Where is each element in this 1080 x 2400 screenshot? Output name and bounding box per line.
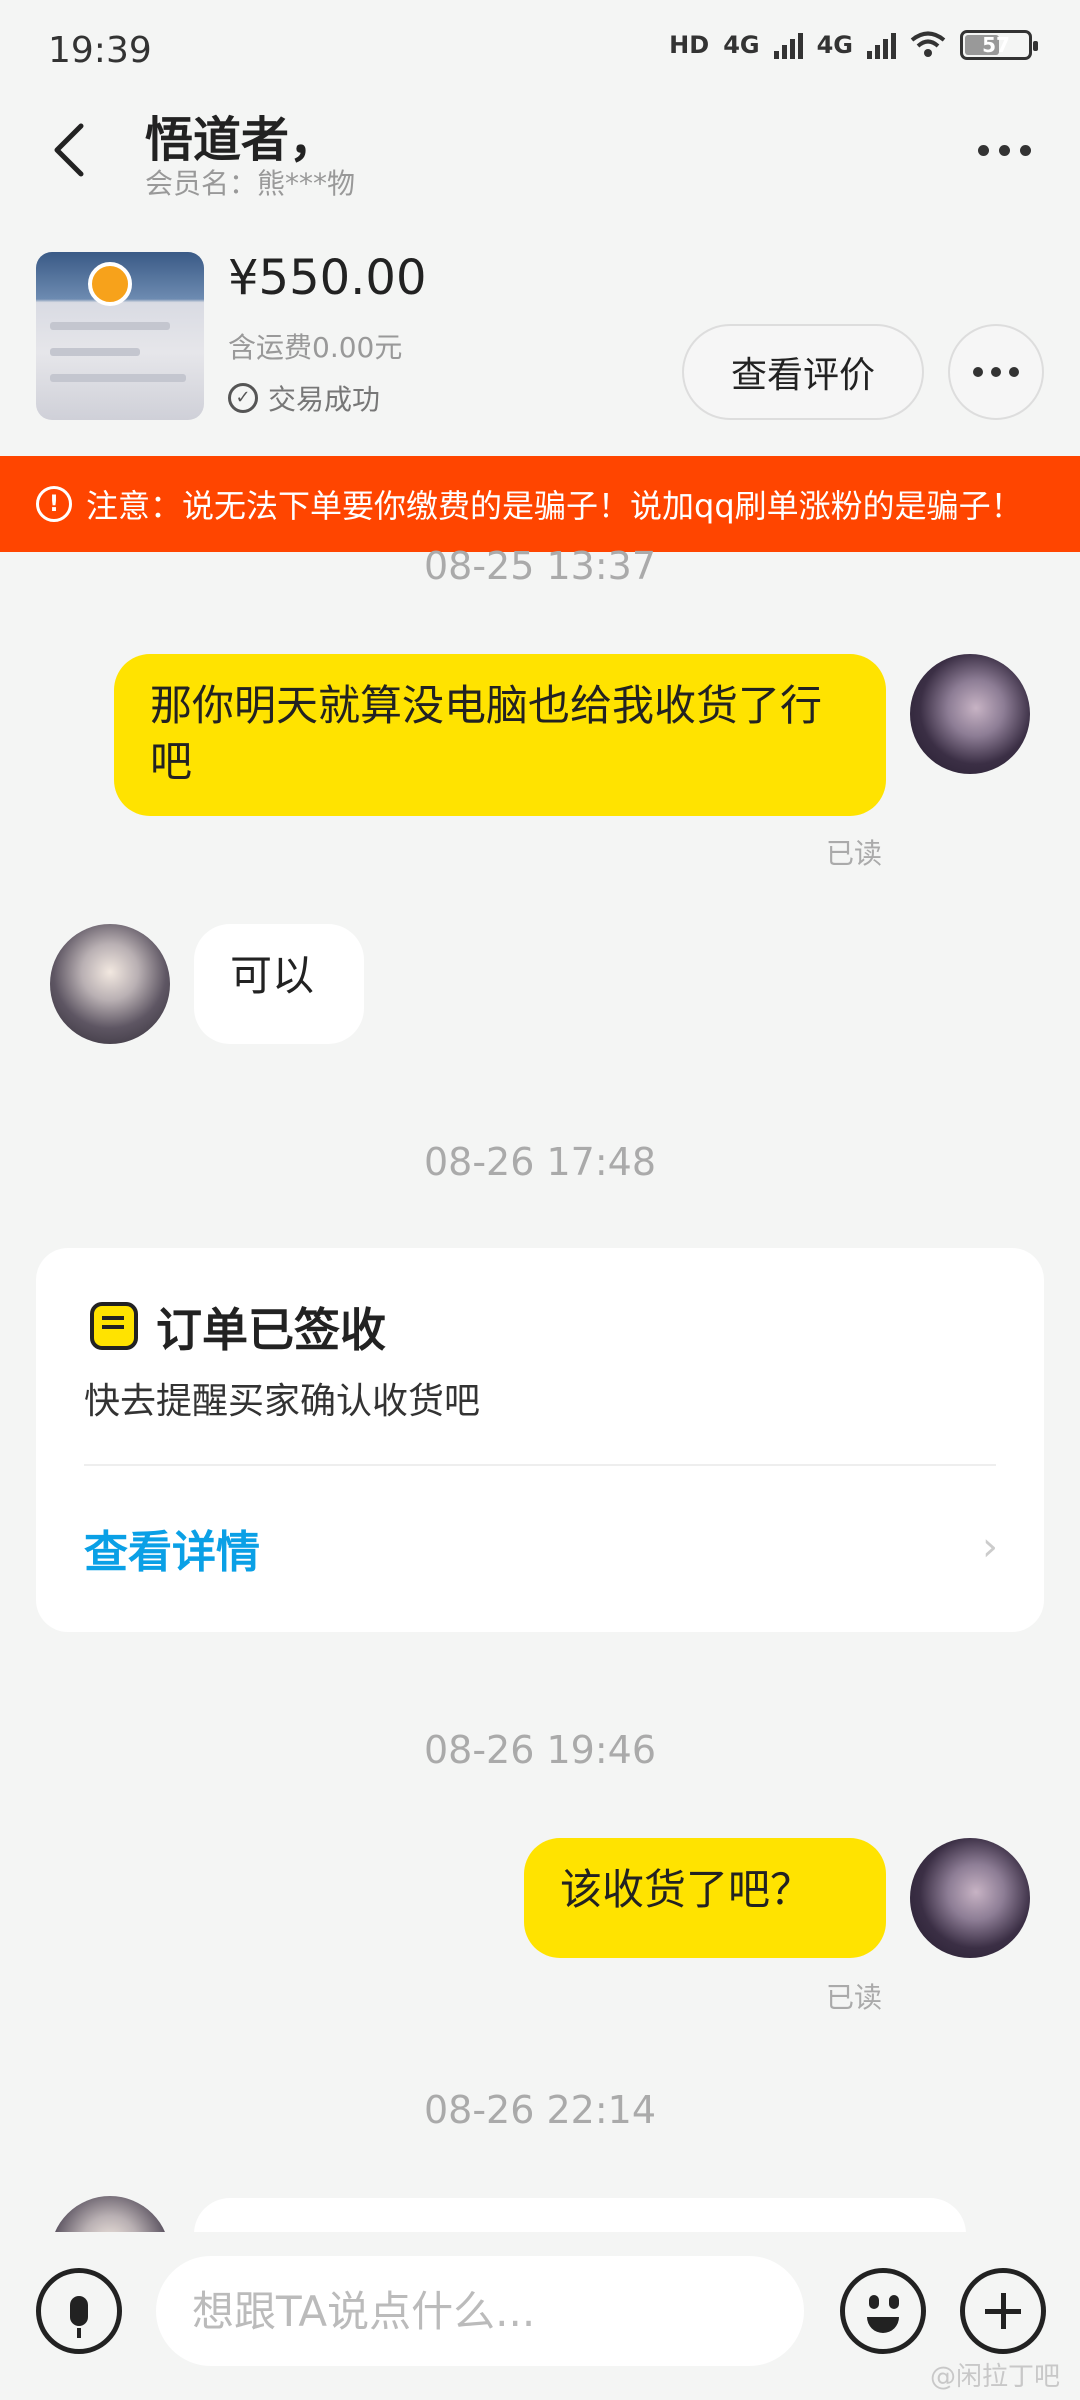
status-bar: 19:39 HD 4G 4G 57 bbox=[0, 0, 1080, 100]
read-status: 已读 bbox=[826, 1981, 883, 2014]
status-icons: HD 4G 4G 57 bbox=[669, 30, 1038, 60]
view-review-button[interactable]: 查看评价 bbox=[682, 324, 924, 420]
signal-icon bbox=[773, 31, 803, 59]
message-timestamp: 08-26 17:48 bbox=[423, 1140, 656, 1184]
emoji-button[interactable] bbox=[840, 2268, 926, 2354]
more-dots-icon bbox=[977, 144, 989, 156]
message-timestamp: 08-25 13:37 bbox=[423, 544, 656, 588]
network-label: 4G bbox=[723, 31, 760, 59]
signal-icon bbox=[867, 31, 896, 59]
fraud-warning-banner: ! 注意：说无法下单要你缴费的是骗子！说加qq刷单涨粉的是骗子！ bbox=[0, 456, 1080, 552]
trade-status-label: 交易成功 bbox=[268, 383, 381, 416]
message-timestamp: 08-26 22:14 bbox=[423, 2088, 656, 2132]
message-timestamp: 08-26 19:46 bbox=[423, 1728, 656, 1772]
view-details-link[interactable]: 查看详情 bbox=[84, 1516, 260, 1580]
order-list-icon bbox=[90, 1302, 138, 1350]
message-bubble-outgoing[interactable]: 该收货了吧？ bbox=[524, 1838, 886, 1958]
order-card-title: 订单已签收 bbox=[156, 1303, 386, 1357]
product-more-button[interactable] bbox=[948, 324, 1044, 420]
product-price: ¥550.00 bbox=[228, 250, 427, 306]
chat-partner-name: 悟道者， bbox=[145, 112, 338, 168]
more-actions-button[interactable] bbox=[960, 2268, 1046, 2354]
smiley-icon bbox=[869, 2295, 879, 2309]
member-name: 会员名：熊***物 bbox=[145, 167, 356, 200]
watermark: @闲拉丁吧 bbox=[929, 2362, 1060, 2392]
voice-input-button[interactable] bbox=[36, 2268, 122, 2354]
network-label: 4G bbox=[816, 31, 853, 59]
battery-icon: 57 bbox=[960, 30, 1038, 60]
check-circle-icon: ✓ bbox=[228, 383, 258, 413]
chevron-right-icon: › bbox=[982, 1524, 998, 1570]
message-bubble-incoming[interactable]: 可以 bbox=[194, 924, 364, 1044]
wifi-icon bbox=[910, 31, 946, 57]
warning-text: 注意：说无法下单要你缴费的是骗子！说加qq刷单涨粉的是骗子！ bbox=[86, 487, 1023, 525]
message-input[interactable] bbox=[156, 2256, 804, 2366]
trade-status: ✓ 交易成功 bbox=[228, 378, 380, 418]
my-avatar[interactable] bbox=[910, 1838, 1030, 1958]
read-status: 已读 bbox=[826, 837, 883, 870]
partner-avatar[interactable] bbox=[50, 924, 170, 1044]
my-avatar[interactable] bbox=[910, 654, 1030, 774]
order-signed-card[interactable]: 订单已签收 快去提醒买家确认收货吧 查看详情 › bbox=[36, 1248, 1044, 1632]
order-card-description: 快去提醒买家确认收货吧 bbox=[84, 1381, 481, 1422]
message-bubble-outgoing[interactable]: 那你明天就算没电脑也给我收货了行吧 bbox=[114, 654, 886, 816]
more-dots-icon bbox=[973, 367, 983, 377]
product-thumbnail[interactable] bbox=[36, 252, 204, 420]
hd-icon: HD bbox=[669, 31, 710, 59]
more-options-button[interactable] bbox=[968, 120, 1040, 180]
shipping-fee: 含运费0.00元 bbox=[228, 331, 403, 364]
warning-icon: ! bbox=[36, 486, 72, 522]
back-button[interactable] bbox=[40, 112, 96, 188]
divider bbox=[84, 1464, 996, 1466]
status-time: 19:39 bbox=[48, 30, 152, 71]
back-arrow-icon bbox=[54, 123, 84, 177]
microphone-icon bbox=[70, 2296, 88, 2338]
